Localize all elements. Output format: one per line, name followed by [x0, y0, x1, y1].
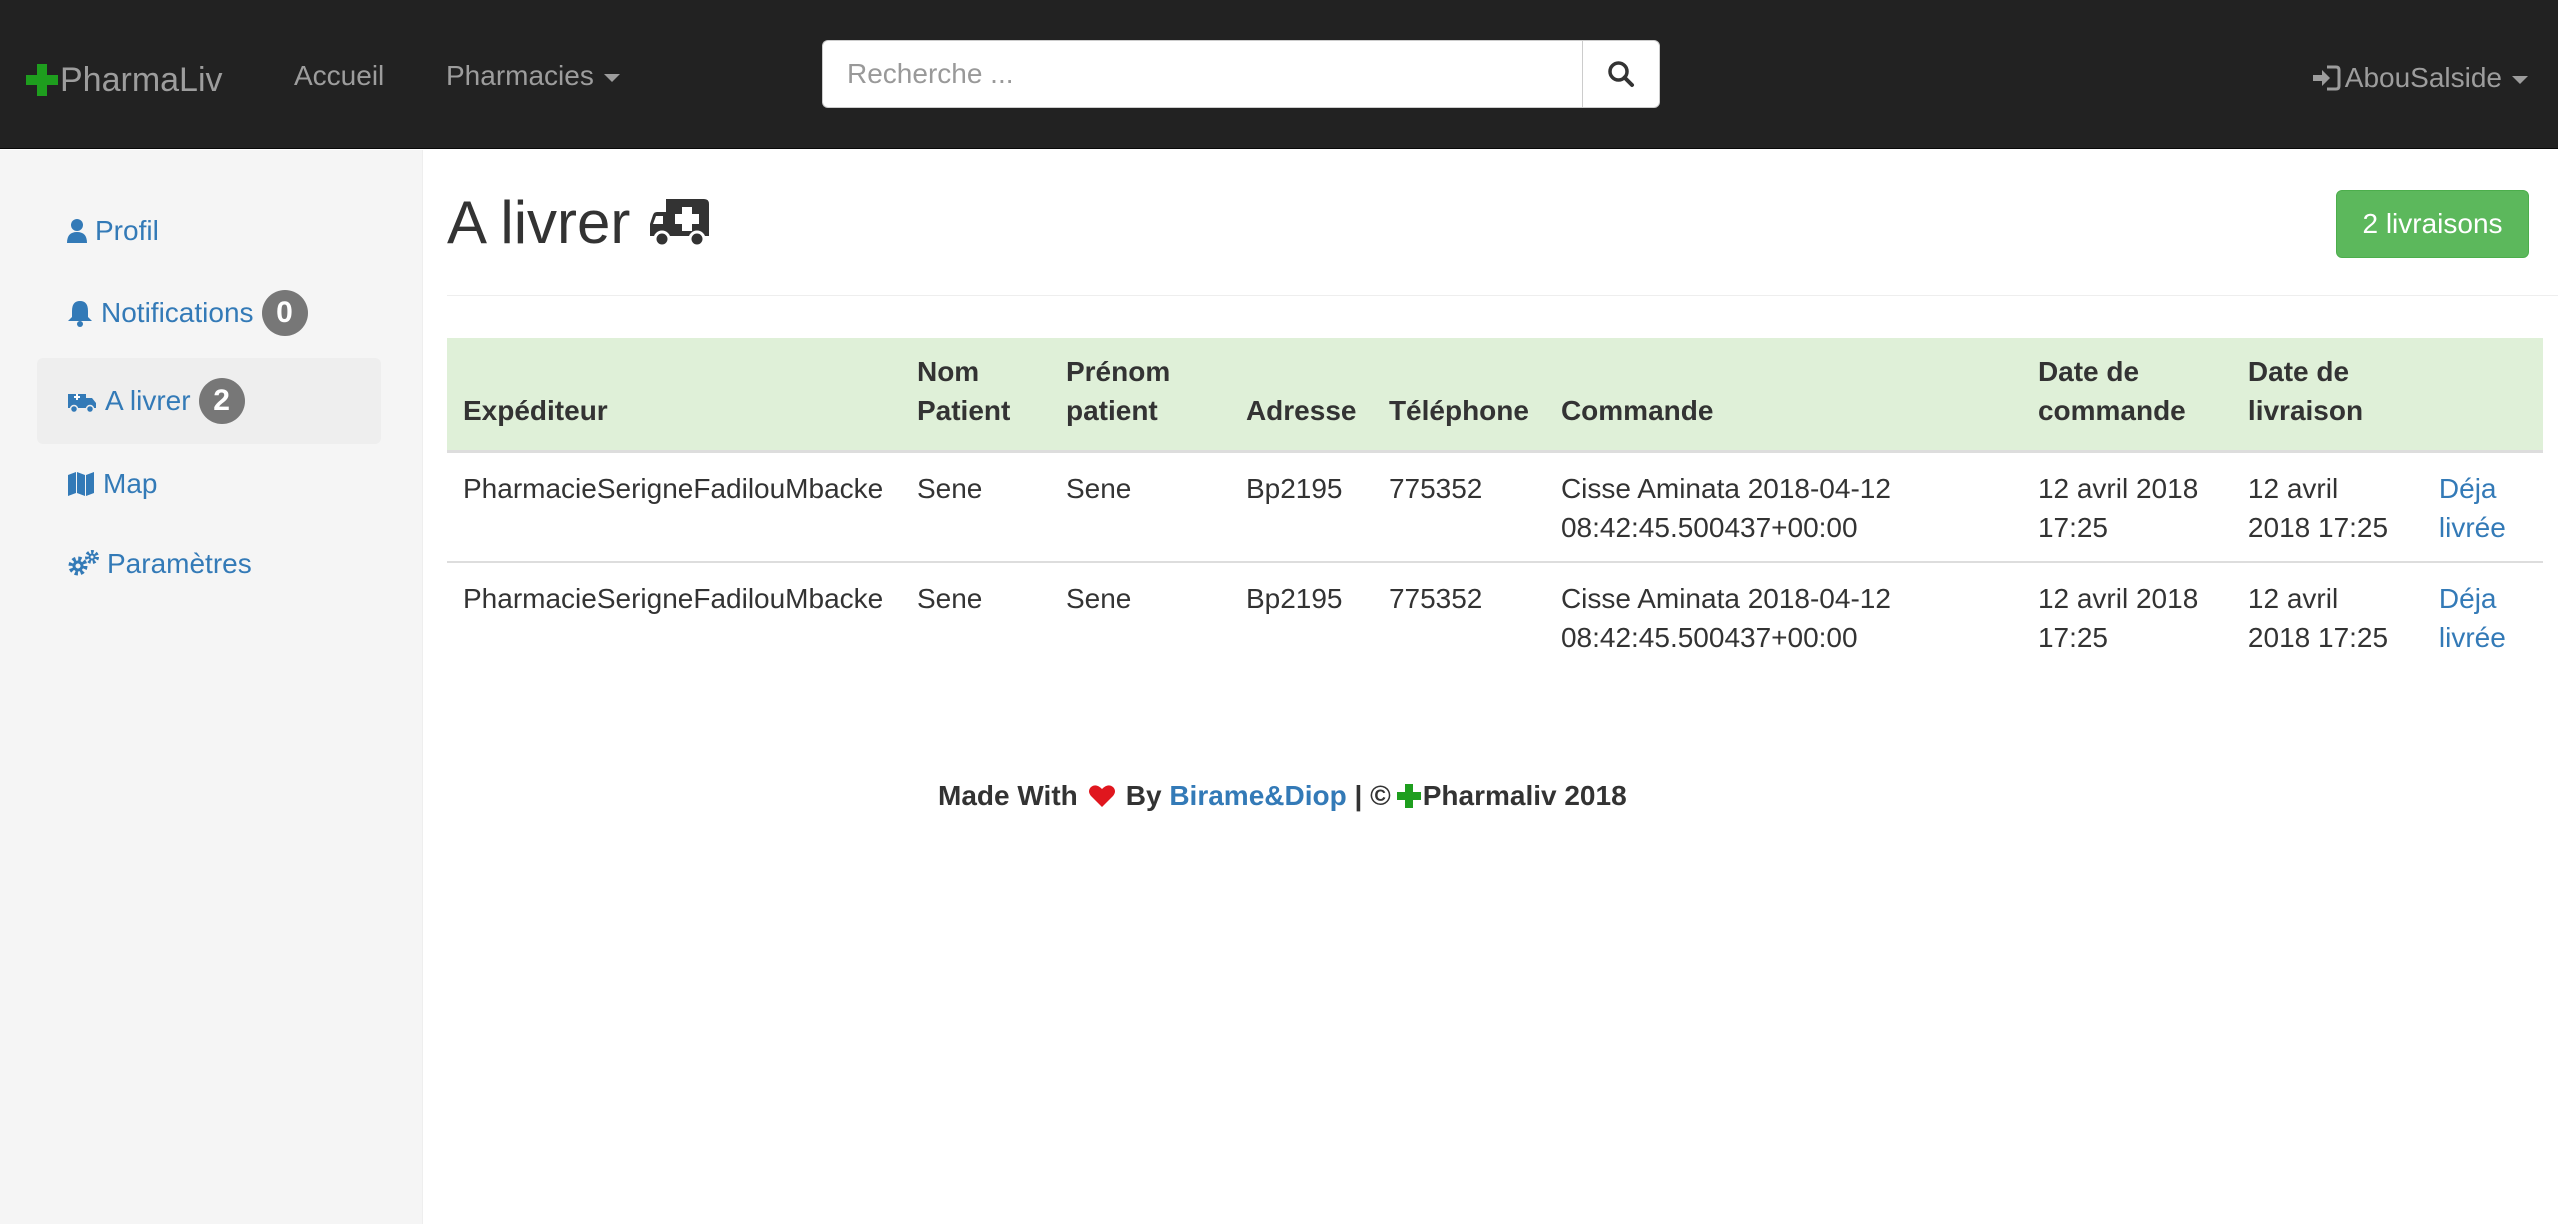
col-expediteur: Expéditeur: [447, 338, 901, 453]
sidebar-item-label: Paramètres: [107, 548, 252, 579]
cell-adresse: Bp2195: [1245, 473, 1343, 504]
cell-telephone: 775352: [1388, 473, 1483, 504]
sidebar-item-profil[interactable]: Profil: [37, 188, 381, 274]
col-telephone: Téléphone: [1372, 338, 1545, 453]
footer-authors-link[interactable]: Birame&Diop: [1169, 780, 1346, 812]
brand-link[interactable]: PharmaLiv: [26, 56, 223, 104]
table-header-row: Expéditeur Nom Patient Prénom patient Ad…: [447, 338, 2543, 453]
deja-livree-link[interactable]: Déja livrée: [2439, 583, 2506, 653]
sidebar-item-label: Map: [103, 468, 158, 499]
search-button[interactable]: [1582, 40, 1660, 108]
sidebar-item-label: Notifications: [101, 297, 254, 328]
cell-telephone: 775352: [1372, 561, 1545, 671]
caret-down-icon: [2512, 76, 2528, 84]
sidebar-item-a-livrer[interactable]: A livrer 2: [37, 358, 381, 444]
footer-separator: | ©: [1354, 780, 1391, 811]
col-action: [2422, 338, 2543, 453]
cell-commande: Cisse Aminata 2018-04-12 08:42:45.500437…: [1560, 473, 1891, 543]
cell-nom-patient: Sene: [900, 561, 1050, 671]
sidebar-item-notifications[interactable]: Notifications 0: [37, 270, 381, 356]
sidebar-item-parametres[interactable]: Paramètres: [37, 521, 381, 607]
ambulance-icon: [67, 389, 97, 413]
search-icon: [1608, 61, 1634, 87]
a-livrer-badge: 2: [198, 378, 245, 424]
user-icon: [67, 218, 87, 244]
col-date-livraison: Date de livraison: [2231, 338, 2423, 453]
sidebar-item-label: Profil: [95, 215, 159, 246]
table-row: PharmacieSerigneFadilouMbacke Sene Sene …: [447, 452, 2543, 563]
sign-in-icon: [2312, 65, 2341, 91]
gears-icon: [67, 550, 99, 578]
ambulance-icon: [648, 196, 712, 250]
bell-icon: [67, 299, 93, 327]
nav-accueil-label: Accueil: [294, 60, 385, 91]
user-menu-dropdown[interactable]: AbouSalside: [2311, 62, 2528, 94]
cell-expediteur: PharmacieSerigneFadilouMbacke: [463, 473, 884, 504]
sidebar: Profil Notifications 0 A livrer 2 Map Pa…: [0, 150, 423, 1224]
cell-date-livraison: 12 avril 2018 17:25: [2231, 561, 2423, 671]
col-prenom-patient: Prénom patient: [1049, 338, 1230, 453]
cell-expediteur: PharmacieSerigneFadilouMbacke: [447, 561, 901, 671]
map-icon: [67, 471, 95, 497]
page-title: A livrer: [447, 188, 712, 257]
footer-made-with: Made With: [938, 780, 1078, 811]
footer: Made With By Birame&Diop | © Pharmaliv 2…: [938, 780, 1627, 812]
cell-date-livraison: 12 avril 2018 17:25: [2247, 473, 2389, 543]
nav-pharmacies-label: Pharmacies: [446, 60, 594, 91]
deja-livree-link[interactable]: Déja livrée: [2439, 473, 2506, 543]
header-divider: [447, 295, 2558, 296]
col-adresse: Adresse: [1229, 338, 1373, 453]
green-cross-icon: [26, 64, 58, 96]
cell-nom-patient: Sene: [916, 473, 983, 504]
cell-adresse: Bp2195: [1229, 561, 1373, 671]
footer-by: By: [1125, 780, 1162, 811]
page-title-text: A livrer: [447, 189, 631, 256]
table-row: PharmacieSerigneFadilouMbacke Sene Sene …: [447, 561, 2543, 671]
cell-date-commande: 12 avril 2018 17:25: [2037, 473, 2199, 543]
col-date-commande: Date de commande: [2021, 338, 2232, 453]
top-navbar: PharmaLiv Accueil Pharmacies AbouSalside: [0, 0, 2558, 149]
sidebar-item-map[interactable]: Map: [37, 441, 381, 527]
sidebar-item-label: A livrer: [105, 385, 191, 416]
notifications-badge: 0: [261, 290, 308, 336]
user-name: AbouSalside: [2344, 62, 2502, 93]
brand-label: PharmaLiv: [60, 60, 223, 99]
search-form: [822, 40, 1660, 108]
livraisons-count-button[interactable]: 2 livraisons: [2336, 190, 2529, 258]
cell-prenom-patient: Sene: [1049, 561, 1230, 671]
search-input[interactable]: [822, 40, 1582, 108]
deliveries-table: Expéditeur Nom Patient Prénom patient Ad…: [447, 338, 2543, 671]
footer-brand: Pharmaliv 2018: [1422, 780, 1627, 811]
cell-prenom-patient: Sene: [1065, 473, 1132, 504]
nav-pharmacies-dropdown[interactable]: Pharmacies: [446, 60, 620, 92]
green-cross-icon: [1396, 784, 1421, 808]
cell-commande: Cisse Aminata 2018-04-12 08:42:45.500437…: [1544, 561, 2022, 671]
nav-accueil[interactable]: Accueil: [294, 60, 384, 92]
col-nom-patient: Nom Patient: [900, 338, 1050, 453]
heart-icon: [1088, 784, 1116, 808]
caret-down-icon: [603, 74, 620, 82]
cell-date-commande: 12 avril 2018 17:25: [2021, 561, 2232, 671]
col-commande: Commande: [1544, 338, 2022, 453]
